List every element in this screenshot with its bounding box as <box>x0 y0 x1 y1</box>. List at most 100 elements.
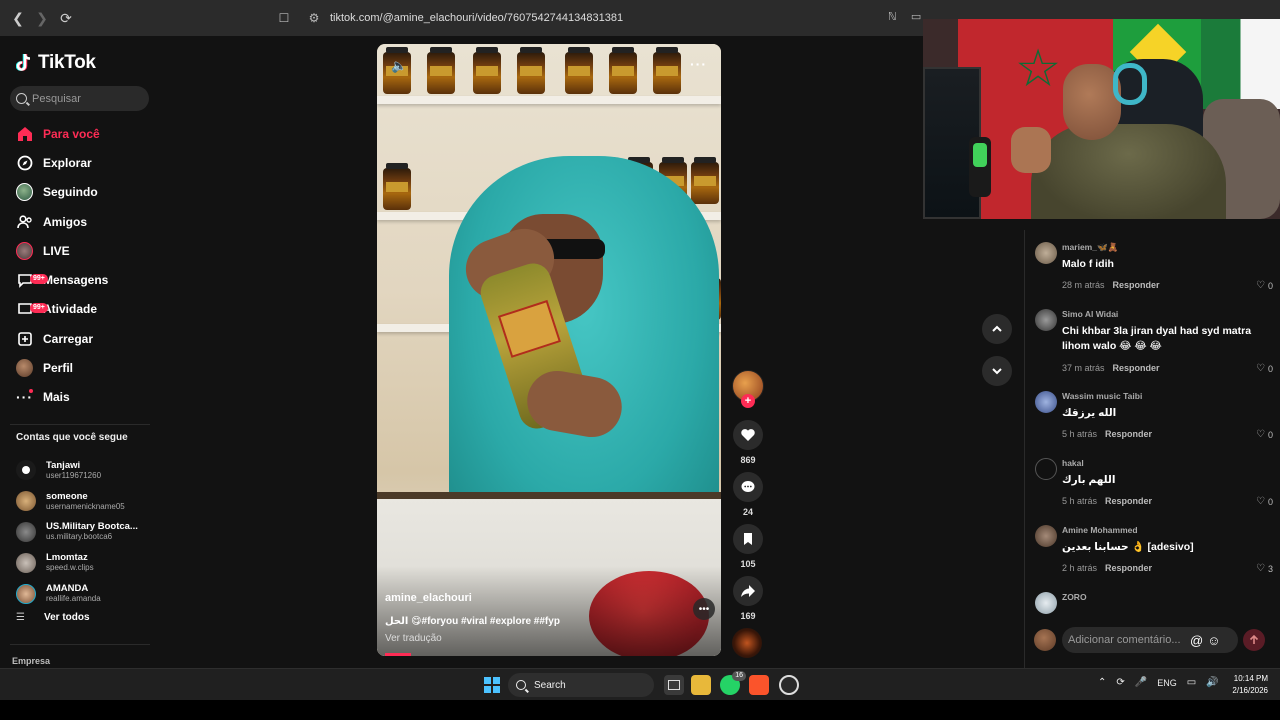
sidebar-item-activity[interactable]: 99+ Atividade <box>0 295 160 324</box>
like-button[interactable] <box>733 420 763 450</box>
comment-like-button[interactable]: ♡ 0 <box>1256 363 1273 374</box>
task-view-icon[interactable] <box>664 675 684 695</box>
reload-icon[interactable]: ⟳ <box>56 8 76 28</box>
cast-icon[interactable]: ▭ <box>911 10 921 23</box>
screen-border <box>0 700 1280 720</box>
microphone-icon[interactable]: 🎤 <box>1135 677 1147 688</box>
comment-avatar[interactable] <box>1035 592 1057 614</box>
comment-input-box[interactable]: @ ☺ <box>1062 627 1238 653</box>
following-account[interactable]: US.Military Bootca... us.military.bootca6 <box>16 517 156 548</box>
volume-icon[interactable]: 🔊 <box>1206 677 1218 688</box>
sidebar-item-for-you[interactable]: Para você <box>0 119 160 148</box>
following-account[interactable]: Lmomtaz speed.w.clips <box>16 547 156 578</box>
sidebar-item-explore[interactable]: Explorar <box>0 148 160 177</box>
bookmark-icon[interactable]: ☐ <box>276 10 292 26</box>
video-content <box>383 163 411 210</box>
activity-badge: 99+ <box>30 302 48 313</box>
comment-username[interactable]: Simo Al Widai <box>1062 309 1118 319</box>
comment-button[interactable] <box>733 472 763 502</box>
comment-username[interactable]: mariem_🦋🧸 <box>1062 242 1118 253</box>
back-icon[interactable]: ❮ <box>8 8 28 28</box>
emoji-icon[interactable]: ☺ <box>1207 633 1220 648</box>
comment-username[interactable]: Wassim music Taibi <box>1062 391 1142 401</box>
reply-button[interactable]: Responder <box>1105 563 1152 573</box>
options-dots-icon[interactable]: ··· <box>690 56 707 72</box>
video-caption: الحل 😋#foryou #viral #explore ##fyp <box>385 616 560 627</box>
mention-icon[interactable]: @ <box>1190 633 1203 648</box>
comment-input[interactable] <box>1068 634 1186 646</box>
whatsapp-icon[interactable]: 16 <box>720 671 746 695</box>
reply-button[interactable]: Responder <box>1113 363 1160 373</box>
comment-avatar[interactable] <box>1035 242 1057 264</box>
following-account[interactable]: someone usernamenickname05 <box>16 486 156 517</box>
taskbar-search[interactable]: Search <box>508 673 654 697</box>
comment-like-button[interactable]: ♡ 0 <box>1256 429 1273 440</box>
comment-avatar[interactable] <box>1035 458 1057 480</box>
sidebar-item-friends[interactable]: Amigos <box>0 207 160 236</box>
comment-time: 28 m atrás <box>1062 280 1105 290</box>
sidebar-item-profile[interactable]: Perfil <box>0 353 160 382</box>
comment-username[interactable]: ZORO <box>1062 592 1087 602</box>
tiktok-logo[interactable]: TikTok <box>16 52 96 74</box>
translate-icon[interactable]: ℕ <box>888 10 897 23</box>
see-all-button[interactable]: ☰ Ver todos <box>16 612 90 623</box>
reply-button[interactable]: Responder <box>1105 496 1152 506</box>
address-bar[interactable]: ☐ ⚙ tiktok.com/@amine_elachouri/video/76… <box>276 4 624 32</box>
video-player[interactable]: 🔈 ··· amine_elachouri الحل 😋#foryou #vir… <box>377 44 721 656</box>
following-account[interactable]: Tanjawi user119671260 <box>16 455 156 486</box>
video-author[interactable]: amine_elachouri <box>385 592 472 604</box>
sidebar-item-upload[interactable]: Carregar <box>0 324 160 353</box>
webcam-content <box>1201 19 1280 109</box>
forward-icon[interactable]: ❯ <box>32 8 52 28</box>
comment-like-button[interactable]: ♡ 0 <box>1256 496 1273 507</box>
upload-icon <box>16 330 33 347</box>
sidebar-item-live[interactable]: LIVE <box>0 236 160 265</box>
comment-like-button[interactable]: ♡ 0 <box>1256 280 1273 291</box>
reply-button[interactable]: Responder <box>1105 429 1152 439</box>
search-icon <box>516 680 526 690</box>
reply-button[interactable]: Responder <box>1113 280 1160 290</box>
see-translation-link[interactable]: Ver tradução <box>385 633 442 644</box>
company-link[interactable]: Empresa <box>12 656 50 666</box>
sync-icon[interactable]: ⟳ <box>1116 677 1124 688</box>
comment-like-button[interactable]: ♡ 3 <box>1256 563 1273 574</box>
share-button[interactable] <box>733 576 763 606</box>
comment-meta: 5 h atrás Responder <box>1062 429 1152 439</box>
video-content <box>449 156 719 536</box>
sidebar-item-more[interactable]: ··· Mais <box>0 383 160 412</box>
sidebar-item-following[interactable]: Seguindo <box>0 178 160 207</box>
heart-icon <box>741 429 755 441</box>
comment-avatar[interactable] <box>1035 525 1057 547</box>
file-explorer-icon[interactable] <box>691 675 711 695</box>
send-button[interactable] <box>1243 629 1265 651</box>
obs-icon[interactable] <box>779 675 799 695</box>
search-input[interactable] <box>32 92 132 105</box>
video-progress-bar[interactable] <box>385 653 411 656</box>
next-video-button[interactable] <box>982 356 1012 386</box>
save-button[interactable] <box>733 524 763 554</box>
comment-avatar[interactable] <box>1035 391 1057 413</box>
display-icon[interactable]: ▭ <box>1187 677 1196 688</box>
volume-icon[interactable]: 🔈 <box>391 58 409 74</box>
follow-plus-icon[interactable]: + <box>741 394 755 408</box>
language-indicator[interactable]: ENG <box>1157 678 1177 688</box>
comment-username[interactable]: hakal <box>1062 458 1084 468</box>
system-clock[interactable]: 10:14 PM 2/16/2026 <box>1224 673 1268 697</box>
account-username: user119671260 <box>46 470 102 480</box>
chevron-up-icon[interactable]: ⌃ <box>1098 677 1106 688</box>
url-text[interactable]: tiktok.com/@amine_elachouri/video/760754… <box>330 12 623 24</box>
previous-video-button[interactable] <box>982 314 1012 344</box>
account-name: AMANDA <box>46 583 89 595</box>
comment-avatar[interactable] <box>1035 309 1057 331</box>
sidebar-item-messages[interactable]: 99+ Mensagens <box>0 265 160 294</box>
comment-meta: 37 m atrás Responder <box>1062 363 1160 373</box>
brave-browser-icon[interactable] <box>749 675 769 695</box>
comment-username[interactable]: Amine Mohammed <box>1062 525 1138 535</box>
search-box[interactable] <box>10 86 149 111</box>
more-options-icon[interactable]: ••• <box>693 598 715 620</box>
following-account[interactable]: AMANDA reallife.amanda <box>16 578 156 609</box>
webcam-content <box>1113 63 1147 105</box>
windows-start-icon[interactable] <box>484 677 500 693</box>
site-info-icon[interactable]: ⚙ <box>306 10 322 26</box>
music-disc-icon[interactable] <box>732 628 762 658</box>
